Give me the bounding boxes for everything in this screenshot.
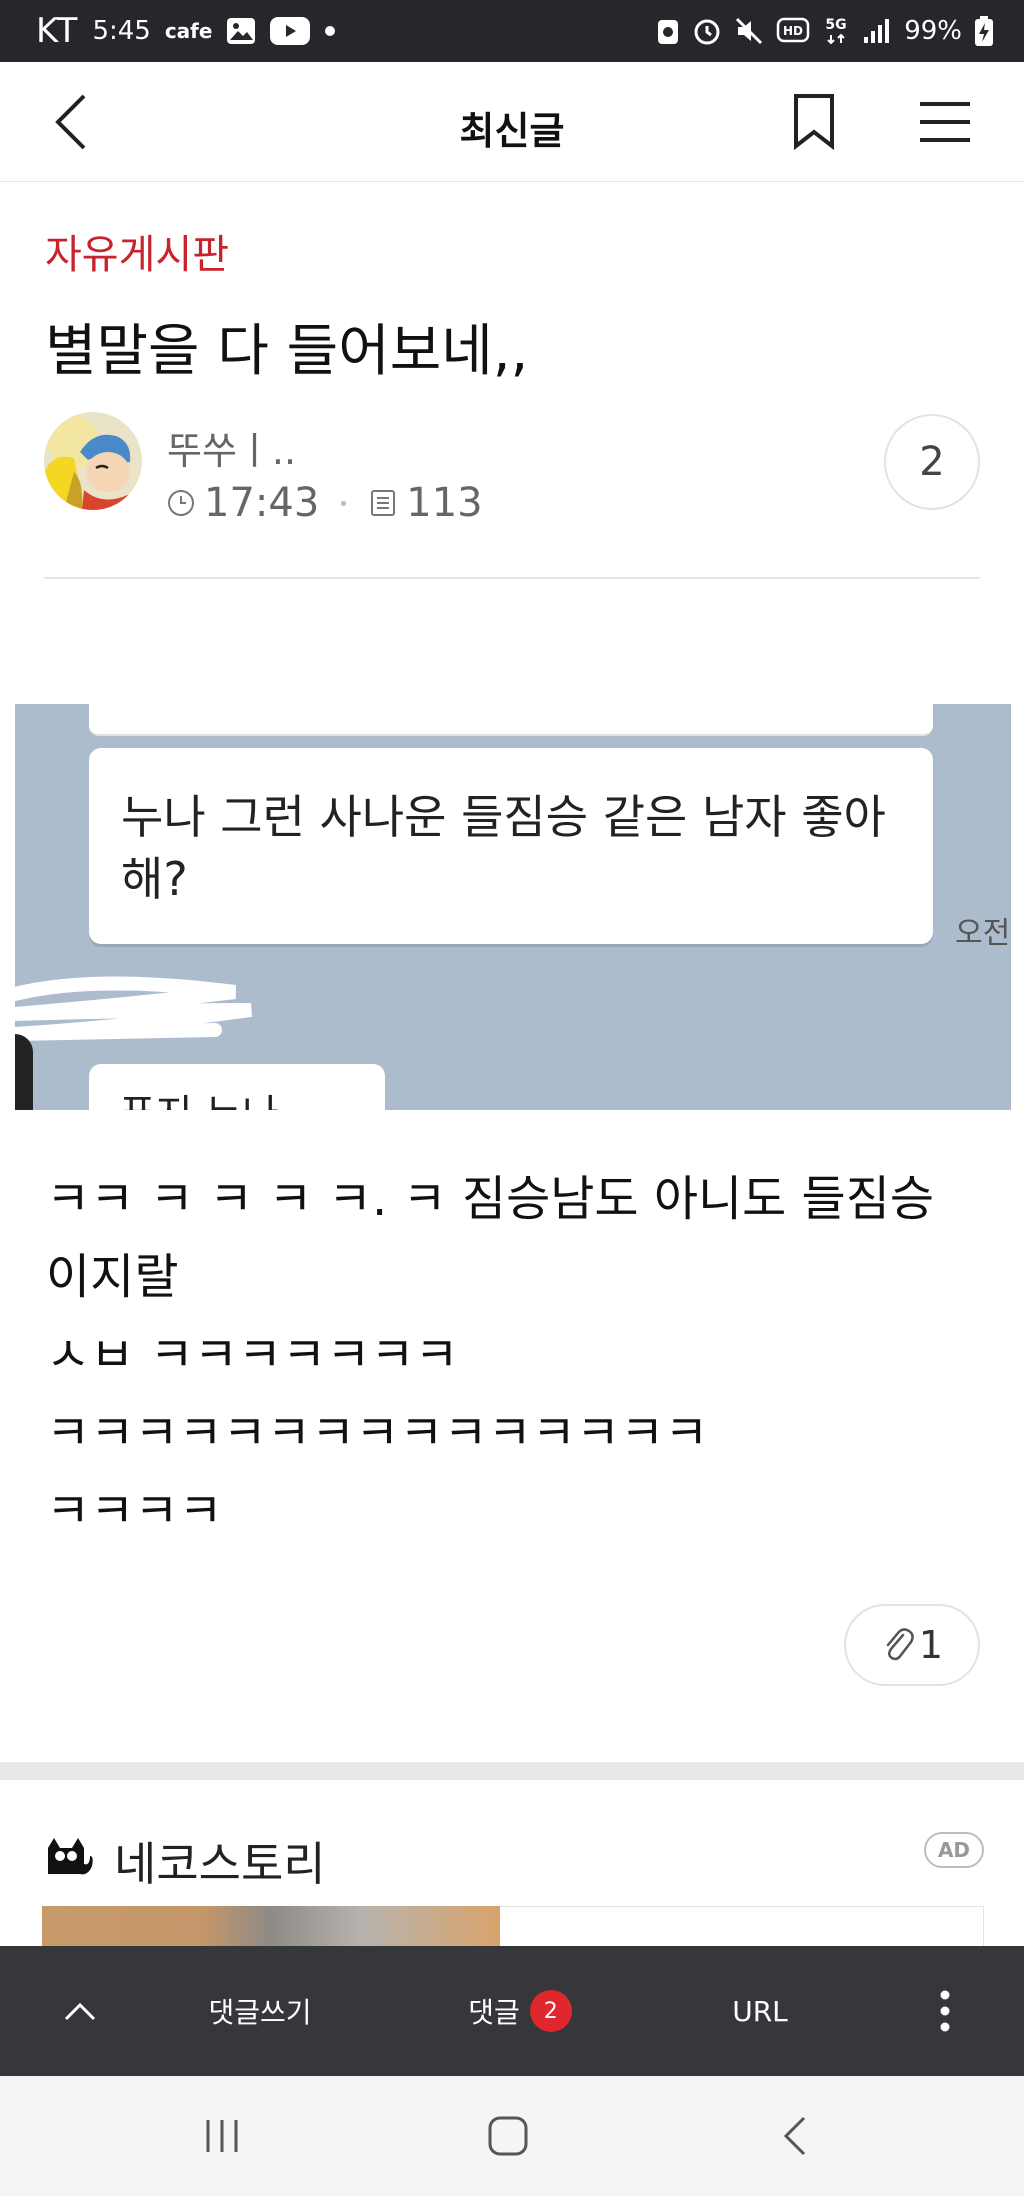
menu-button[interactable] bbox=[912, 92, 978, 152]
comments-label: 댓글 bbox=[468, 1996, 520, 2029]
clock-icon bbox=[166, 488, 196, 518]
hd-label: HD bbox=[783, 24, 803, 38]
system-back-button[interactable] bbox=[766, 2106, 826, 2166]
gallery-icon bbox=[226, 17, 256, 45]
chevron-left-icon bbox=[783, 2116, 806, 2156]
chat-bubble-partial: 푸지 누나 bbox=[89, 1064, 385, 1110]
cat-logo-icon bbox=[48, 1838, 93, 1876]
carrier-label: KT bbox=[36, 11, 79, 51]
home-icon bbox=[488, 2116, 528, 2156]
more-options-button[interactable] bbox=[920, 1946, 970, 2076]
network-5g-icon: 5G bbox=[822, 15, 850, 47]
recent-apps-button[interactable] bbox=[192, 2106, 252, 2166]
page-title: 최신글 bbox=[459, 109, 565, 153]
ad-brand-name[interactable]: 네코스토리 bbox=[114, 1828, 326, 1894]
comments-badge: 2 bbox=[529, 1990, 572, 2032]
hd-voice-icon: HD bbox=[776, 16, 810, 46]
author-name[interactable]: 뚜쑤ㅣ.. bbox=[167, 420, 296, 475]
bookmark-icon bbox=[794, 94, 834, 151]
chat-text-line: 해? bbox=[121, 852, 188, 906]
chat-bubble-cropped bbox=[89, 704, 933, 736]
write-comment-button[interactable]: 댓글쓰기 bbox=[200, 1946, 320, 2076]
app-header: 최신글 bbox=[0, 62, 1024, 182]
comment-count-button[interactable]: 2 bbox=[884, 414, 980, 510]
avatar-cartoon-image bbox=[44, 412, 142, 510]
recent-apps-icon bbox=[206, 2120, 238, 2152]
battery-percent: 99% bbox=[904, 16, 962, 46]
author-avatar[interactable] bbox=[44, 412, 142, 510]
post-title: 별말을 다 들어보네,, bbox=[45, 319, 529, 384]
network-label: 5G bbox=[826, 17, 847, 33]
meta-separator-dot bbox=[341, 500, 347, 506]
section-separator bbox=[0, 1762, 1024, 1780]
comments-button[interactable]: 댓글 2 bbox=[450, 1946, 590, 2076]
chat-text-line: 누나 그런 사나운 들짐승 같은 남자 좋아 bbox=[121, 790, 886, 844]
attachment-count: 1 bbox=[918, 1623, 944, 1667]
censor-scribble bbox=[15, 976, 252, 1041]
notification-dot-icon bbox=[324, 25, 336, 37]
home-button[interactable] bbox=[478, 2106, 538, 2166]
data-saver-icon bbox=[656, 16, 680, 46]
views-icon bbox=[368, 488, 398, 518]
post-image[interactable]: 누나 그런 사나운 들짐승 같은 남자 좋아 해? 오전 푸지 누나 bbox=[15, 704, 1011, 1110]
ad-image[interactable] bbox=[42, 1906, 500, 1946]
post-time: 17:43 bbox=[204, 480, 320, 526]
chevron-up-icon bbox=[64, 2002, 96, 2021]
body-line: ㅋㅋㅋㅋ bbox=[46, 1483, 223, 1539]
clock: 5:45 bbox=[92, 16, 151, 46]
body-line: ㅋㅋ ㅋ ㅋ ㅋ ㅋ. ㅋ 짐승남도 아니도 들짐승 bbox=[46, 1171, 935, 1227]
youtube-icon bbox=[270, 17, 311, 45]
status-bar: KT 5:45 cafe HD 5G 99% bbox=[0, 0, 1024, 62]
post-body: ㅋㅋ ㅋ ㅋ ㅋ ㅋ. ㅋ 짐승남도 아니도 들짐승 이지랄 ㅅㅂ ㅋㅋㅋㅋㅋㅋ… bbox=[46, 1160, 986, 1550]
chat-time-label: 오전 bbox=[955, 916, 1011, 951]
more-vertical-icon bbox=[940, 1990, 950, 2032]
post-meta: 17:43 113 bbox=[166, 480, 483, 526]
bottom-toolbar: 댓글쓰기 댓글 2 URL bbox=[0, 1946, 1024, 2076]
scroll-top-button[interactable] bbox=[40, 1946, 120, 2076]
body-line: ㅅㅂ ㅋㅋㅋㅋㅋㅋㅋ bbox=[46, 1327, 459, 1383]
avatar-edge bbox=[15, 1034, 33, 1110]
header-divider bbox=[44, 577, 980, 579]
alarm-icon bbox=[692, 16, 722, 46]
mute-icon bbox=[734, 16, 764, 46]
view-count: 113 bbox=[406, 480, 483, 526]
ad-brand-logo[interactable] bbox=[42, 1826, 94, 1878]
paperclip-icon bbox=[886, 1628, 914, 1661]
cafe-notification-label: cafe bbox=[164, 19, 213, 43]
system-nav-bar bbox=[0, 2076, 1024, 2196]
body-line: ㅋㅋㅋㅋㅋㅋㅋㅋㅋㅋㅋㅋㅋㅋㅋ bbox=[46, 1405, 709, 1461]
attachment-button[interactable]: 1 bbox=[844, 1604, 980, 1686]
ad-badge: AD bbox=[924, 1832, 984, 1868]
body-line: 이지랄 bbox=[46, 1249, 179, 1305]
board-name-link[interactable]: 자유게시판 bbox=[45, 222, 229, 280]
copy-url-button[interactable]: URL bbox=[720, 1946, 800, 2076]
battery-charging-icon bbox=[974, 15, 994, 47]
bookmark-button[interactable] bbox=[784, 92, 844, 152]
chat-bubble: 누나 그런 사나운 들짐승 같은 남자 좋아 해? bbox=[89, 748, 933, 944]
hamburger-menu-icon bbox=[920, 102, 970, 142]
signal-icon bbox=[862, 17, 892, 45]
